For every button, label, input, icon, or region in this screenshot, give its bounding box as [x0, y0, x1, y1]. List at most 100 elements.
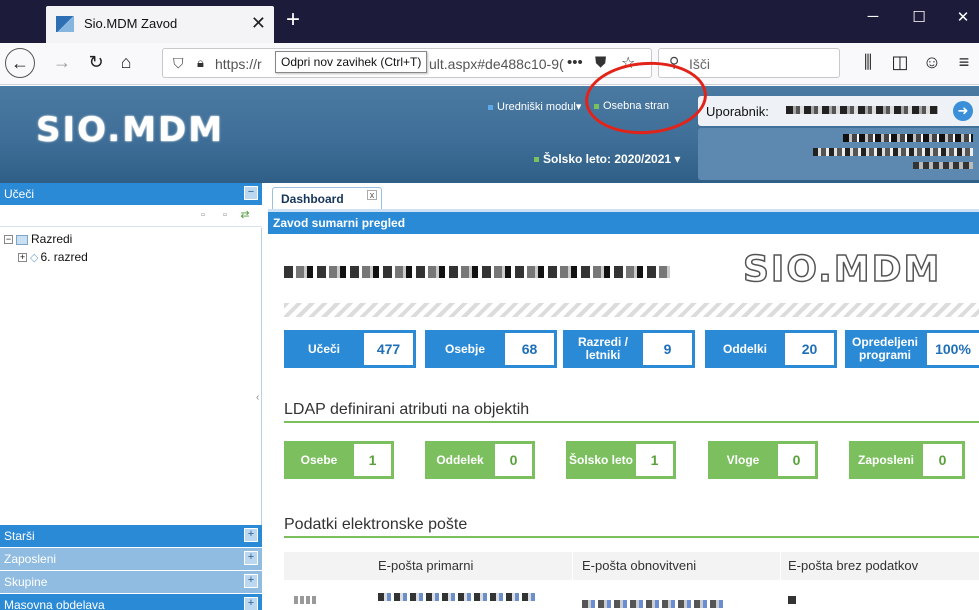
ldap-section-underline [284, 421, 979, 423]
collapse-all-icon[interactable]: ▫ [198, 210, 208, 221]
forward-icon[interactable]: → [50, 52, 74, 73]
stat-label: Osebe [300, 452, 338, 467]
sidebar-icon[interactable]: ◫ [888, 52, 912, 73]
reload-icon[interactable]: ↻ [84, 52, 108, 73]
email-section-underline [284, 536, 979, 538]
menu-icon[interactable]: ≡ [952, 52, 976, 73]
sidebar-item-zaposleni[interactable]: Zaposleni + [0, 548, 262, 570]
folder-icon [16, 234, 28, 245]
table-cell-redacted [582, 600, 726, 608]
editor-module-link[interactable]: Uredniški modul▾ [488, 100, 581, 113]
user-menu-icon[interactable]: ➜ [953, 101, 973, 121]
maximize-button[interactable]: ☐ [904, 8, 934, 26]
sidebar-tree: − Razredi + ◇ 6. razred [0, 228, 262, 525]
sidebar-toolbar: ▫ ▫ ⇄ [0, 205, 262, 227]
favicon-icon [56, 16, 74, 32]
sidebar-item-label: Masovna obdelava [4, 598, 105, 610]
ldap-stat-osebe[interactable]: Osebe 1 [284, 441, 394, 479]
stat-ucenci[interactable]: Učeči 477 [284, 330, 416, 368]
pocket-icon[interactable]: ⛊ [595, 54, 606, 71]
home-icon[interactable]: ⌂ [114, 52, 138, 73]
school-name-redacted [843, 134, 973, 142]
sidebar-header-learners[interactable]: Učeči − [0, 183, 262, 205]
school-year-selector[interactable]: Šolsko leto: 2020/2021 ▾ [534, 152, 680, 166]
browser-tab-bar: Sio.MDM Zavod ✕ + ─ ☐ ✕ [0, 0, 979, 43]
ldap-stat-oddelek[interactable]: Oddelek 0 [425, 441, 535, 479]
stat-label: Oddelki [722, 341, 767, 356]
tree-item-6-razred[interactable]: + ◇ 6. razred [18, 250, 88, 264]
sidebar-item-starsi[interactable]: Starši + [0, 525, 262, 547]
sidebar-item-masovna-obdelava[interactable]: Masovna obdelava + [0, 594, 262, 610]
column-header: E-pošta brez podatkov [788, 558, 919, 573]
stat-osebje[interactable]: Osebje 68 [425, 330, 557, 368]
lock-icon[interactable]: 🔒︎ [197, 55, 204, 71]
ldap-stat-solsko-leto[interactable]: Šolsko leto 1 [566, 441, 676, 479]
sio-mdm-logo: SIO.MDM [36, 110, 225, 150]
stat-razredi[interactable]: Razredi / letniki 9 [563, 330, 695, 368]
close-icon[interactable]: x [367, 190, 377, 200]
new-tab-tooltip: Odpri nov zavihek (Ctrl+T) [275, 51, 428, 73]
stat-value: 100% [927, 333, 979, 365]
tab-dashboard[interactable]: Dashboard x [272, 187, 382, 209]
browser-tab[interactable]: Sio.MDM Zavod ✕ [46, 6, 274, 43]
school-address-redacted [813, 148, 973, 156]
url-text-prefix[interactable]: https://r [215, 56, 262, 72]
sidebar-item-label: Skupine [4, 575, 48, 589]
new-tab-button[interactable]: + [280, 6, 306, 36]
minimize-button[interactable]: ─ [858, 8, 888, 25]
editor-module-label: Uredniški modul▾ [497, 101, 582, 113]
stat-value: 0 [923, 444, 962, 476]
user-name-redacted [786, 106, 938, 114]
expand-icon[interactable]: + [244, 551, 258, 565]
email-table-header: E-pošta primarni E-pošta obnovitveni E-p… [284, 552, 979, 580]
expand-all-icon[interactable]: ▫ [220, 210, 230, 221]
stat-label: Oddelek [436, 452, 484, 467]
expand-icon[interactable]: + [244, 574, 258, 588]
sidebar-item-skupine[interactable]: Skupine + [0, 571, 262, 593]
ldap-stat-vloge[interactable]: Vloge 0 [708, 441, 818, 479]
close-window-button[interactable]: ✕ [948, 8, 978, 26]
stat-label: Učeči [307, 341, 341, 356]
sidebar-title: Učeči [4, 187, 35, 201]
tree-item-razredi[interactable]: − Razredi [4, 232, 72, 246]
refresh-icon[interactable]: ⇄ [240, 210, 250, 221]
stat-programi[interactable]: Opredeljeni programi 100% [845, 330, 979, 368]
sio-mdm-logo-large: SIO.MDM [742, 248, 942, 291]
expand-icon[interactable]: + [244, 528, 258, 542]
school-extra-redacted [913, 162, 973, 169]
sidebar-collapse-handle[interactable]: ‹ [256, 392, 263, 422]
app-header: SIO.MDM Uredniški modul▾ Osebna stran Šo… [0, 86, 979, 183]
url-text-suffix[interactable]: ult.aspx#de488c10-9( [429, 56, 564, 72]
back-icon[interactable]: ← [5, 48, 35, 78]
decorative-stripes [284, 303, 979, 317]
page-actions-icon[interactable]: ••• [567, 54, 583, 71]
stat-oddelki[interactable]: Oddelki 20 [705, 330, 837, 368]
sidebar-item-label: Zaposleni [4, 552, 57, 566]
tree-expand-icon[interactable]: + [18, 253, 27, 263]
browser-nav-bar: ← → ↻ ⌂ ⛉ 🔒︎ https://r ult.aspx#de488c10… [0, 43, 979, 85]
column-header: E-pošta obnovitveni [582, 558, 697, 573]
table-cell-redacted [378, 593, 538, 601]
account-icon[interactable]: ☺ [920, 52, 944, 73]
panel-title: Zavod sumarni pregled [273, 216, 406, 230]
url-bar[interactable]: ⛉ 🔒︎ https://r ult.aspx#de488c10-9( Odpr… [162, 48, 652, 78]
collapse-icon[interactable]: − [244, 186, 258, 200]
tag-icon: ◇ [30, 252, 39, 265]
close-tab-icon[interactable]: ✕ [251, 13, 266, 34]
library-icon[interactable]: ⫼ [856, 52, 880, 73]
tree-collapse-icon[interactable]: − [4, 235, 13, 245]
table-row-label-redacted [294, 596, 318, 604]
school-info-box [698, 128, 979, 180]
search-placeholder: Išči [689, 56, 710, 72]
main-content: Dashboard x Zavod sumarni pregled SIO.MD… [268, 183, 979, 610]
stat-value: 9 [643, 333, 692, 365]
shield-icon[interactable]: ⛉ [173, 55, 184, 72]
stat-value: 0 [778, 444, 815, 476]
ldap-stat-zaposleni[interactable]: Zaposleni 0 [849, 441, 965, 479]
ldap-section-title: LDAP definirani atributi na objektih [284, 401, 530, 418]
institution-name-redacted [284, 266, 670, 278]
stat-label: Zaposleni [857, 452, 914, 467]
school-year-label: Šolsko leto: 2020/2021 [543, 152, 672, 166]
expand-icon[interactable]: + [244, 597, 258, 610]
tab-label: Dashboard [281, 192, 344, 206]
